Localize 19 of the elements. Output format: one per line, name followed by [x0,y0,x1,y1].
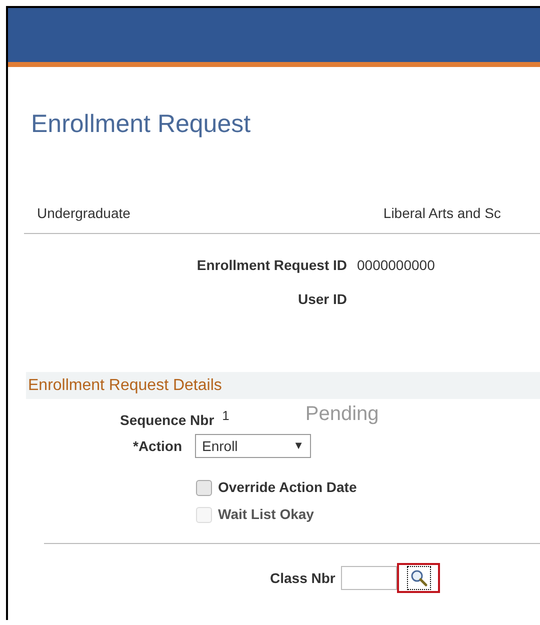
class-nbr-field[interactable] [341,566,398,590]
sequence-label: Sequence Nbr [120,411,214,430]
action-label: *Action [133,436,183,456]
checkbox-label: Override Action Date [218,478,357,497]
field-label: User ID [296,290,347,308]
school-name: Liberal Arts and Sc [383,204,501,222]
status-text: Pending [305,402,379,427]
checkbox-label: Wait List Okay [218,505,314,524]
lookup-button[interactable] [397,563,440,593]
action-dropdown[interactable]: Enroll ▼ [195,434,311,458]
field-label: Enrollment Request ID [196,256,347,275]
page-title: Enrollment Request [31,109,252,139]
search-icon [410,569,428,587]
checkbox[interactable] [196,480,212,496]
section-title: Enrollment Request Details [28,376,222,396]
class-nbr-label: Class Nbr [270,568,336,588]
field-value: 0000000000 [357,256,435,274]
sequence-value: 1 [222,406,230,424]
career-level: Undergraduate [37,204,130,223]
